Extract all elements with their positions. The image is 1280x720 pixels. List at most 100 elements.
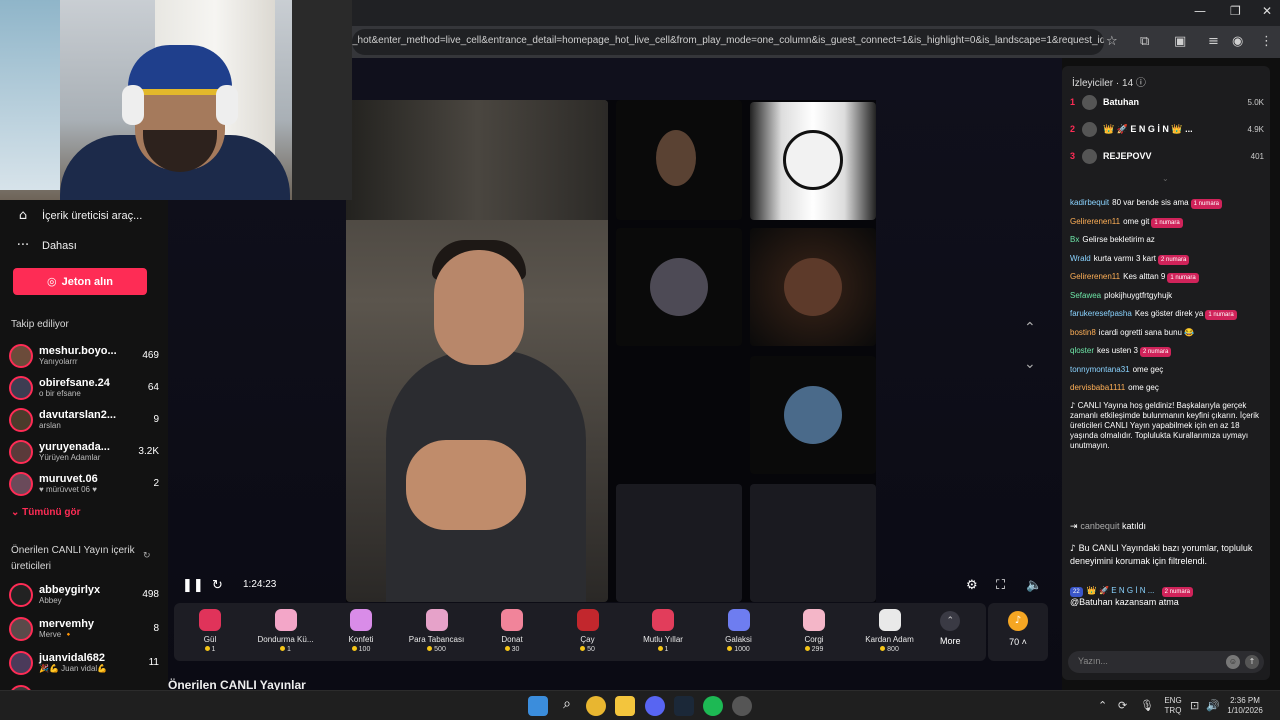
- gift-name: Konfeti: [348, 635, 374, 644]
- emoji-icon[interactable]: ☺: [1226, 655, 1240, 669]
- chat-username[interactable]: Gelirerenen11: [1070, 272, 1120, 281]
- previous-live-arrow-icon[interactable]: ⌃: [1024, 320, 1036, 336]
- chat-username[interactable]: dervisbaba1111: [1070, 383, 1125, 392]
- collapse-chevron-icon[interactable]: ⌄: [1162, 174, 1169, 183]
- chat-username[interactable]: Gelirerenen11: [1070, 217, 1120, 226]
- gift-item[interactable]: Galaksi 1000: [701, 609, 777, 653]
- gift-item[interactable]: Kardan Adam 800: [852, 609, 928, 653]
- steam-icon[interactable]: [674, 696, 694, 716]
- rank-tag: 1 numara: [1190, 199, 1222, 209]
- chat-username[interactable]: tonnymontana31: [1070, 365, 1130, 374]
- chat-text: Kes alttan 9: [1123, 272, 1166, 281]
- address-bar[interactable]: _hot&enter_method=live_cell&entrance_det…: [352, 29, 1104, 55]
- gift-item[interactable]: Çay 50: [550, 609, 626, 653]
- top-viewer-row[interactable]: 3 REJEPOVV 401: [1070, 146, 1264, 166]
- sync-icon[interactable]: ⟳: [1118, 699, 1127, 712]
- minimize-icon[interactable]: —: [1194, 4, 1206, 18]
- guest-tile-3[interactable]: [616, 228, 742, 346]
- joined-user[interactable]: canbequit: [1080, 521, 1119, 531]
- account-row[interactable]: muruvet.06 ♥ mürüvvet 06 ♥ 2: [9, 470, 159, 498]
- see-all-label: Tümünü gör: [22, 507, 81, 518]
- see-all-link[interactable]: ⌄ Tümünü gör: [11, 507, 81, 518]
- cast-icon[interactable]: ▣: [1174, 34, 1186, 49]
- host-video[interactable]: [346, 100, 608, 602]
- chrome-icon[interactable]: [586, 696, 606, 716]
- gift-price: 50: [550, 646, 626, 653]
- profile-icon[interactable]: ◉: [1232, 34, 1243, 49]
- account-row[interactable]: yuruyenada... Yürüyen Adamlar 3.2K: [9, 438, 159, 466]
- pause-icon[interactable]: ❚❚: [182, 578, 204, 593]
- file-explorer-icon[interactable]: [615, 696, 635, 716]
- guest-tile-2[interactable]: [750, 102, 876, 220]
- gift-item[interactable]: Corgi 299: [776, 609, 852, 653]
- viewer-score: 401: [1250, 151, 1264, 161]
- extensions-icon[interactable]: ⧉: [1140, 34, 1149, 49]
- refresh-icon[interactable]: ↻: [212, 578, 223, 593]
- chat-username[interactable]: Bx: [1070, 235, 1079, 244]
- info-icon[interactable]: ⓘ: [1136, 78, 1146, 89]
- spotify-icon[interactable]: [703, 696, 723, 716]
- playlist-icon[interactable]: ≡: [1208, 34, 1219, 49]
- account-row[interactable]: juanvidal682 🎉💪 Juan vidal💪 11: [9, 649, 159, 677]
- chat-username[interactable]: Wrald: [1070, 254, 1091, 263]
- gift-item[interactable]: Dondurma Kü... 1: [248, 609, 324, 653]
- coin-balance-button[interactable]: ♪ 70 ˄: [988, 603, 1048, 661]
- more-link[interactable]: ··· Dahası: [14, 238, 77, 253]
- chat-username[interactable]: kadirbequit: [1070, 198, 1109, 207]
- close-icon[interactable]: ✕: [1262, 4, 1272, 18]
- fullscreen-icon[interactable]: ⛶: [996, 578, 1005, 593]
- chat-input[interactable]: Yazın... ☺ ↑: [1068, 651, 1264, 673]
- account-row[interactable]: mervemhy Merve 🔸 8: [9, 615, 159, 643]
- get-coins-button[interactable]: ◎ Jeton alın: [13, 268, 147, 295]
- account-name: yuruyenada...: [39, 441, 110, 453]
- gift-item[interactable]: Konfeti 100: [323, 609, 399, 653]
- viewers-header[interactable]: İzleyiciler · 14 ⓘ: [1072, 74, 1146, 89]
- refresh-suggestions-icon[interactable]: ↻: [143, 551, 151, 561]
- account-row[interactable]: davutarslan2... arslan 9: [9, 406, 159, 434]
- chat-username[interactable]: bostin8: [1070, 328, 1096, 337]
- account-row[interactable]: obirefsane.24 o bir efsane 64: [9, 374, 159, 402]
- account-row[interactable]: secci04: [9, 683, 159, 690]
- guest-slot-empty-2[interactable]: [750, 484, 876, 602]
- language-indicator[interactable]: ENG TRQ: [1162, 696, 1184, 716]
- maximize-icon[interactable]: ❐: [1230, 4, 1241, 18]
- guest-tile-4[interactable]: [750, 228, 876, 346]
- settings-icon[interactable]: ⚙: [966, 578, 978, 593]
- guest-avatar: [650, 258, 708, 316]
- host-face: [434, 250, 524, 365]
- search-icon[interactable]: ⌕: [557, 696, 577, 716]
- next-live-arrow-icon[interactable]: ⌄: [1024, 356, 1036, 372]
- top-viewer-row[interactable]: 1 Batuhan 5.0K: [1070, 92, 1264, 112]
- microphone-icon[interactable]: 🎙: [1140, 699, 1154, 712]
- creator-tools-link[interactable]: ⌂ İçerik üreticisi araç...: [14, 208, 142, 223]
- viewer-avatar: [1082, 121, 1097, 137]
- volume-icon[interactable]: 🔊: [1206, 699, 1220, 712]
- rank-number: 1: [1070, 97, 1076, 107]
- chat-username[interactable]: farukeresefpasha: [1070, 309, 1132, 318]
- account-row[interactable]: abbeygirlyx Abbey 498: [9, 581, 159, 609]
- bookmark-star-icon[interactable]: ☆: [1106, 34, 1118, 49]
- top-viewer-row[interactable]: 2 👑 🚀 E N G İ N 👑 ... 4.9K: [1070, 119, 1264, 139]
- guest-tile-5[interactable]: [750, 356, 876, 474]
- chat-text: kes usten 3: [1097, 346, 1138, 355]
- chat-username[interactable]: qloster: [1070, 346, 1094, 355]
- send-icon[interactable]: ↑: [1245, 655, 1259, 669]
- windows-start-icon[interactable]: [528, 696, 548, 716]
- gift-item[interactable]: Gül 1: [172, 609, 248, 653]
- chat-username[interactable]: 👑 🚀 E N G İ N ...: [1087, 586, 1154, 595]
- volume-icon[interactable]: 🔈: [1026, 578, 1042, 593]
- tray-chevron-icon[interactable]: ⌃: [1098, 699, 1107, 712]
- clock[interactable]: 2:36 PM 1/10/2026: [1222, 696, 1268, 716]
- gift-item[interactable]: Donat 30: [474, 609, 550, 653]
- chat-username[interactable]: Sefawea: [1070, 291, 1101, 300]
- network-icon[interactable]: ⊡: [1190, 699, 1199, 712]
- gift-item[interactable]: Mutlu Yıllar 1: [625, 609, 701, 653]
- guest-tile-1[interactable]: [616, 100, 742, 220]
- menu-dots-icon[interactable]: ⋮: [1260, 34, 1273, 49]
- more-gifts-button[interactable]: ⌃ More: [940, 611, 961, 646]
- gift-item[interactable]: Para Tabancası 500: [399, 609, 475, 653]
- account-row[interactable]: meshur.boyo... Yanıyolarrr 469: [9, 342, 159, 370]
- guest-slot-empty-1[interactable]: [616, 484, 742, 602]
- discord-icon[interactable]: [645, 696, 665, 716]
- obs-icon[interactable]: [732, 696, 752, 716]
